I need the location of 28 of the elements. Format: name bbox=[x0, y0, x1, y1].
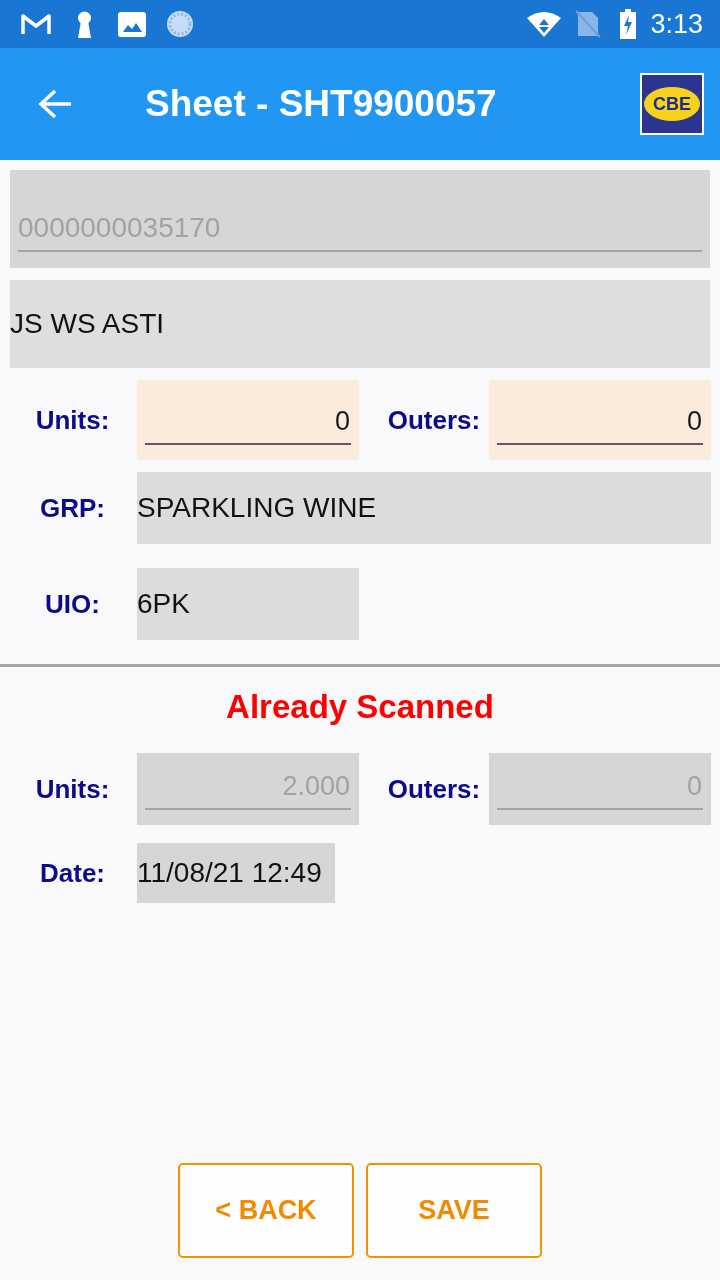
back-button[interactable] bbox=[38, 89, 72, 119]
item-description: JS WS ASTI bbox=[10, 280, 710, 368]
page-title: Sheet - SHT9900057 bbox=[145, 82, 497, 127]
date-value: 11/08/21 12:49 bbox=[137, 843, 335, 903]
outers-label: Outers: bbox=[387, 772, 481, 806]
save-button[interactable]: SAVE bbox=[366, 1163, 542, 1258]
battery-charging-icon bbox=[620, 9, 637, 39]
outers-label: Outers: bbox=[387, 403, 481, 437]
units-field[interactable]: 0 bbox=[137, 380, 359, 460]
no-sim-icon bbox=[575, 10, 602, 38]
logo-text: CBE bbox=[644, 87, 700, 121]
wifi-icon bbox=[527, 11, 562, 37]
uio-label: UIO: bbox=[45, 587, 100, 621]
group-value: SPARKLING WINE bbox=[137, 472, 711, 544]
outers-field[interactable]: 0 bbox=[489, 380, 711, 460]
dotted-circle-icon bbox=[166, 10, 194, 38]
already-scanned-title: Already Scanned bbox=[226, 687, 494, 727]
status-time: 3:13 bbox=[650, 10, 703, 38]
keyhole-icon bbox=[76, 10, 93, 38]
uio-value: 6PK bbox=[137, 568, 359, 640]
units-label: Units: bbox=[35, 772, 110, 806]
units-label: Units: bbox=[35, 403, 110, 437]
mail-icon bbox=[20, 12, 52, 36]
back-arrow-icon bbox=[38, 89, 72, 119]
group-label: GRP: bbox=[40, 491, 105, 525]
back-button[interactable]: < BACK bbox=[178, 1163, 354, 1258]
image-icon bbox=[118, 11, 146, 37]
date-label: Date: bbox=[40, 856, 105, 890]
